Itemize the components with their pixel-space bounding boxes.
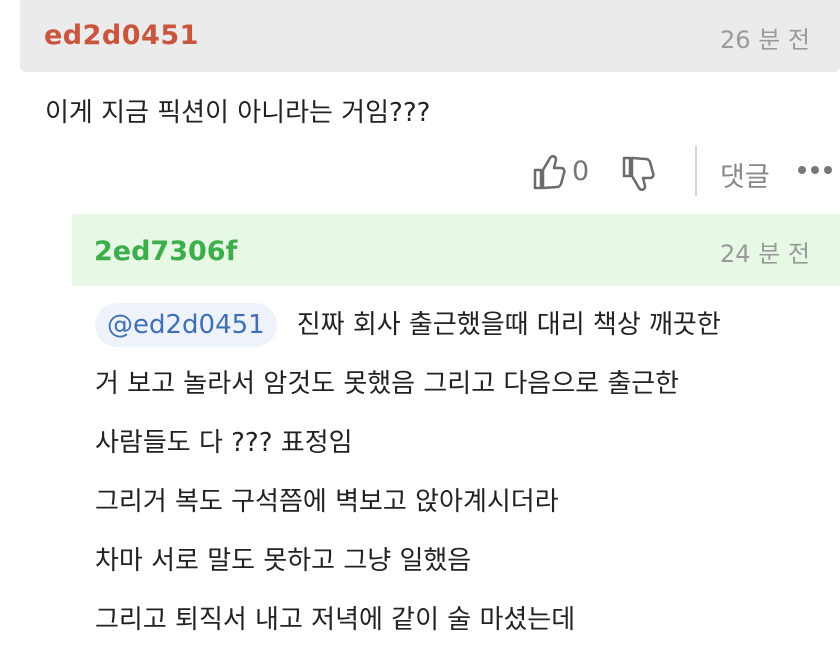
- comment-actions: 0 댓글: [528, 146, 840, 196]
- comment-author[interactable]: ed2d0451: [44, 20, 199, 51]
- reply-line: 그리거 복도 구석쯤에 벽보고 앉아계시더라: [95, 487, 559, 517]
- reply-author[interactable]: 2ed7306f: [94, 236, 237, 267]
- reply-line: 거 보고 놀라서 암것도 못했음 그리고 다음으로 출근한: [95, 369, 680, 399]
- reply-button[interactable]: 댓글: [720, 155, 770, 194]
- thumbs-up-icon[interactable]: [532, 152, 566, 192]
- reply-line-text: 진짜 회사 출근했을때 대리 책상 깨끗한: [296, 310, 721, 340]
- reply-line: @ed2d0451 진짜 회사 출근했을때 대리 책상 깨끗한: [95, 296, 835, 355]
- like-count: 0: [572, 156, 590, 187]
- reply-header: 2ed7306f 24 분 전: [72, 214, 840, 286]
- reply-line: 차마 서로 말도 못하고 그냥 일했음: [95, 546, 472, 576]
- mention-tag[interactable]: @ed2d0451: [95, 303, 277, 347]
- more-dots-icon[interactable]: [796, 160, 836, 180]
- comment-header: ed2d0451 26 분 전: [20, 0, 840, 72]
- comment-time: 26 분 전: [720, 26, 810, 54]
- reply-text: @ed2d0451 진짜 회사 출근했을때 대리 책상 깨끗한 거 보고 놀라서 …: [95, 296, 835, 650]
- reply-line: 사람들도 다 ??? 표정임: [95, 428, 353, 458]
- action-divider: [695, 146, 697, 196]
- thumbs-down-icon[interactable]: [621, 154, 655, 194]
- comment-text: 이게 지금 픽션이 아니라는 거임???: [45, 98, 431, 128]
- reply-time: 24 분 전: [720, 240, 810, 268]
